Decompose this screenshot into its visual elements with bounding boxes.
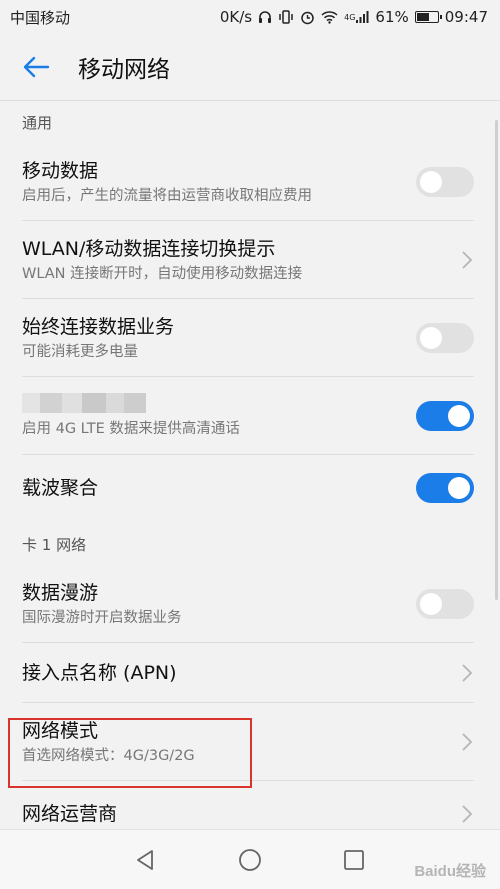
vibrate-icon bbox=[278, 10, 294, 24]
nav-home-button[interactable] bbox=[237, 847, 263, 873]
carrier-aggregation-item[interactable]: 载波聚合 bbox=[0, 455, 500, 521]
status-icons: 0K/s 4G 61% 09:47 bbox=[220, 8, 488, 26]
wlan-switch-prompt-item[interactable]: WLAN/移动数据连接切换提示 WLAN 连接断开时，自动使用移动数据连接 bbox=[0, 221, 500, 299]
nav-back-button[interactable] bbox=[133, 847, 159, 873]
signal-icon: 4G bbox=[344, 10, 369, 24]
app-bar: 移动网络 bbox=[0, 34, 500, 100]
triangle-back-icon bbox=[137, 849, 153, 870]
circle-home-icon bbox=[239, 848, 261, 871]
item-subtitle: 可能消耗更多电量 bbox=[22, 343, 138, 360]
item-subtitle: WLAN 连接断开时，自动使用移动数据连接 bbox=[22, 265, 303, 282]
item-title: 载波聚合 bbox=[22, 477, 99, 499]
always-on-data-item[interactable]: 始终连接数据业务 可能消耗更多电量 bbox=[0, 299, 500, 377]
back-arrow-icon bbox=[23, 56, 50, 78]
toggle-knob bbox=[420, 171, 442, 193]
scrollbar[interactable] bbox=[495, 120, 498, 600]
item-title: 接入点名称 (APN) bbox=[22, 662, 177, 684]
volte-item[interactable]: 启用 4G LTE 数据来提供高清通话 bbox=[0, 377, 500, 455]
back-button[interactable] bbox=[22, 49, 58, 85]
page-title: 移动网络 bbox=[78, 57, 170, 83]
data-roaming-toggle[interactable] bbox=[416, 589, 474, 619]
chevron-right-icon bbox=[462, 805, 473, 823]
mobile-data-toggle[interactable] bbox=[416, 167, 474, 197]
toggle-knob bbox=[448, 405, 470, 427]
settings-list: 通用 移动数据 启用后，产生的流量将由运营商收取相应费用 WLAN/移动数据连接… bbox=[0, 101, 500, 847]
mobile-data-item[interactable]: 移动数据 启用后，产生的流量将由运营商收取相应费用 bbox=[0, 143, 500, 221]
battery-icon bbox=[414, 11, 442, 23]
item-title: 数据漫游 bbox=[22, 581, 99, 604]
headset-icon bbox=[258, 10, 272, 24]
item-subtitle: 首选网络模式：4G/3G/2G bbox=[22, 747, 195, 764]
toggle-knob bbox=[420, 593, 442, 615]
item-subtitle: 国际漫游时开启数据业务 bbox=[22, 609, 182, 626]
section-general: 通用 bbox=[22, 114, 53, 132]
always-on-toggle[interactable] bbox=[416, 323, 474, 353]
item-title: 始终连接数据业务 bbox=[22, 315, 175, 338]
chevron-right-icon bbox=[462, 251, 473, 269]
carrier-aggregation-toggle[interactable] bbox=[416, 473, 474, 503]
alarm-icon bbox=[300, 10, 315, 25]
blurred-title bbox=[22, 392, 240, 413]
nav-recents-button[interactable] bbox=[341, 847, 367, 873]
apn-item[interactable]: 接入点名称 (APN) bbox=[0, 643, 500, 703]
toggle-knob bbox=[448, 477, 470, 499]
battery-level bbox=[416, 13, 429, 21]
item-title: 网络运营商 bbox=[22, 803, 118, 825]
wifi-icon bbox=[321, 10, 338, 24]
clock: 09:47 bbox=[444, 8, 488, 26]
chevron-right-icon bbox=[462, 733, 473, 751]
network-speed: 0K/s bbox=[219, 8, 253, 26]
watermark: Baidu经验 bbox=[414, 863, 486, 880]
toggle-knob bbox=[420, 327, 442, 349]
square-recents-icon bbox=[344, 849, 364, 870]
status-bar: 中国移动 0K/s 4G 61% 09:47 bbox=[0, 0, 500, 34]
item-subtitle: 启用 4G LTE 数据来提供高清通话 bbox=[22, 420, 240, 437]
network-mode-item[interactable]: 网络模式 首选网络模式：4G/3G/2G bbox=[0, 703, 500, 781]
item-title: 移动数据 bbox=[22, 159, 99, 182]
item-title: 网络模式 bbox=[22, 719, 99, 742]
item-subtitle: 启用后，产生的流量将由运营商收取相应费用 bbox=[22, 187, 312, 204]
item-title: WLAN/移动数据连接切换提示 bbox=[22, 237, 276, 260]
section-sim1: 卡 1 网络 bbox=[22, 536, 87, 554]
volte-toggle[interactable] bbox=[416, 401, 474, 431]
carrier-label: 中国移动 bbox=[10, 8, 71, 27]
network-type-label: 4G bbox=[344, 12, 356, 22]
battery-percent: 61% bbox=[375, 8, 409, 26]
chevron-right-icon bbox=[462, 664, 473, 682]
data-roaming-item[interactable]: 数据漫游 国际漫游时开启数据业务 bbox=[0, 565, 500, 643]
